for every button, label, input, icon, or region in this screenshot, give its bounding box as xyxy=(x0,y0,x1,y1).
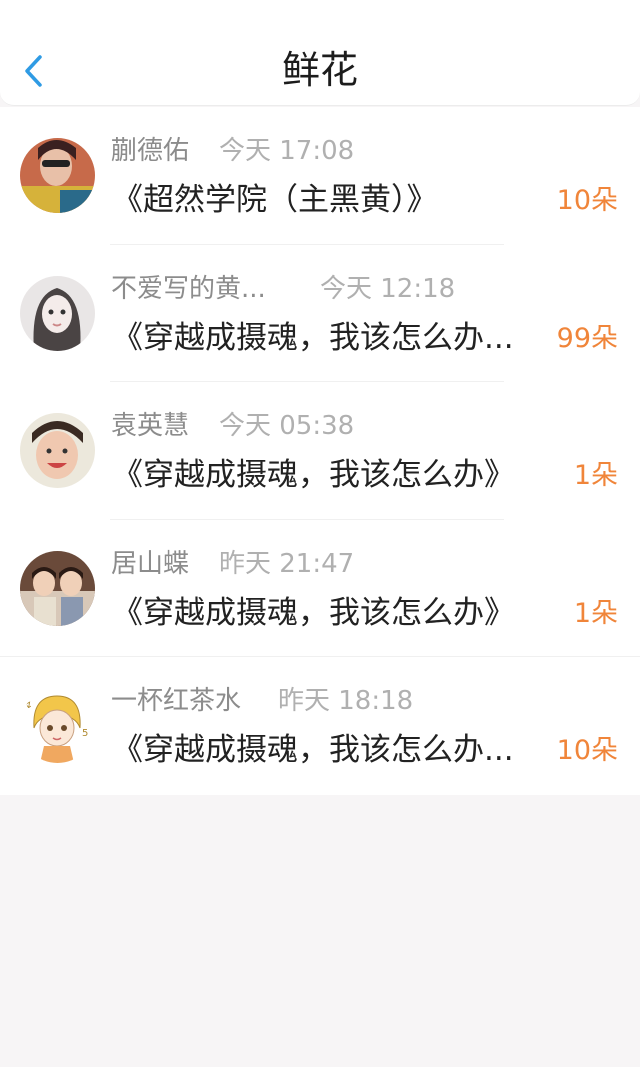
avatar[interactable]: ↯ 5 xyxy=(20,688,95,763)
send-time: 今天 17:08 xyxy=(219,136,355,166)
svg-text:5: 5 xyxy=(82,728,88,739)
book-title: 《穿越成摄魂，我该怎么办》 xyxy=(112,594,515,631)
book-title: 《穿越成摄魂，我该怎么办... xyxy=(112,319,514,356)
book-title: 《超然学院（主黑黄）》 xyxy=(112,182,438,218)
flower-count: 1朵 xyxy=(573,460,618,491)
avatar[interactable] xyxy=(20,138,95,213)
flower-count: 99朵 xyxy=(556,322,618,354)
flower-count: 10朵 xyxy=(556,185,618,216)
list-item[interactable]: 袁英慧 今天 05:38 《穿越成摄魂，我该怎么办》 1朵 xyxy=(0,382,640,520)
send-time: 昨天 18:18 xyxy=(278,686,414,716)
list-item[interactable]: 不爱写的黄... 今天 12:18 《穿越成摄魂，我该怎么办... 99朵 xyxy=(0,245,640,382)
header-bar: 鲜花 xyxy=(0,0,640,106)
flower-count: 1朵 xyxy=(573,597,618,629)
sender-name: 蒯德佑 xyxy=(111,136,190,166)
sender-name: 袁英慧 xyxy=(111,411,190,441)
svg-text:↯: ↯ xyxy=(24,700,32,711)
send-time: 今天 05:38 xyxy=(219,411,355,441)
list-item[interactable]: 居山蝶 昨天 21:47 《穿越成摄魂，我该怎么办》 1朵 xyxy=(0,520,640,657)
sender-name: 居山蝶 xyxy=(111,548,190,579)
list-item[interactable]: 蒯德佑 今天 17:08 《超然学院（主黑黄）》 10朵 xyxy=(0,107,640,245)
book-title: 《穿越成摄魂，我该怎么办》 xyxy=(112,457,515,493)
sender-name: 一杯红茶水 xyxy=(111,686,242,716)
avatar[interactable] xyxy=(20,413,95,488)
send-time: 今天 12:18 xyxy=(320,273,456,304)
list-item[interactable]: ↯ 5 一杯红茶水 昨天 18:18 《穿越成摄魂，我该怎么办... 10朵 xyxy=(0,657,640,795)
avatar[interactable] xyxy=(20,275,95,351)
send-time: 昨天 21:47 xyxy=(219,548,355,579)
book-title: 《穿越成摄魂，我该怎么办... xyxy=(112,732,514,768)
avatar[interactable] xyxy=(20,550,95,626)
page-title: 鲜花 xyxy=(281,48,358,92)
flower-count: 10朵 xyxy=(556,735,618,766)
sender-name: 不爱写的黄... xyxy=(111,273,266,304)
flower-list: 蒯德佑 今天 17:08 《超然学院（主黑黄）》 10朵 不爱写的黄... 今天… xyxy=(0,107,640,795)
